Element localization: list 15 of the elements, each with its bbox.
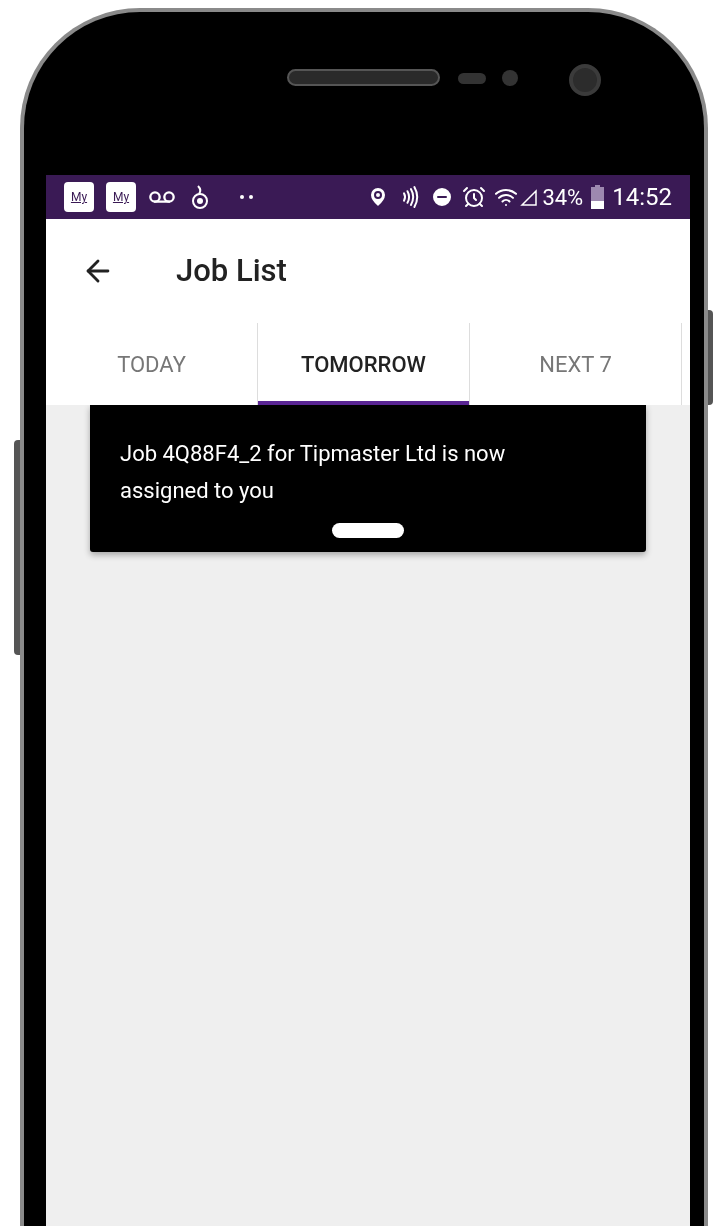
clock: 14:52 bbox=[612, 182, 672, 213]
battery-percentage: 34% bbox=[542, 183, 584, 212]
signal-icon bbox=[520, 188, 539, 206]
more-notifications-icon bbox=[240, 195, 254, 199]
swipe-handle[interactable] bbox=[332, 523, 404, 538]
sensor bbox=[502, 70, 518, 86]
app-notification-icon: My bbox=[106, 182, 136, 212]
page-title: Job List bbox=[176, 250, 287, 291]
snackbar-message: Job 4Q88F4_2 for Tipmaster Ltd is now assigned to you bbox=[120, 440, 507, 505]
app-notification-icon bbox=[190, 184, 210, 210]
battery-icon bbox=[591, 185, 605, 209]
sensor bbox=[458, 73, 486, 84]
front-camera bbox=[569, 64, 601, 96]
alarm-icon bbox=[462, 185, 487, 209]
app-notification-icon: My bbox=[64, 182, 94, 212]
